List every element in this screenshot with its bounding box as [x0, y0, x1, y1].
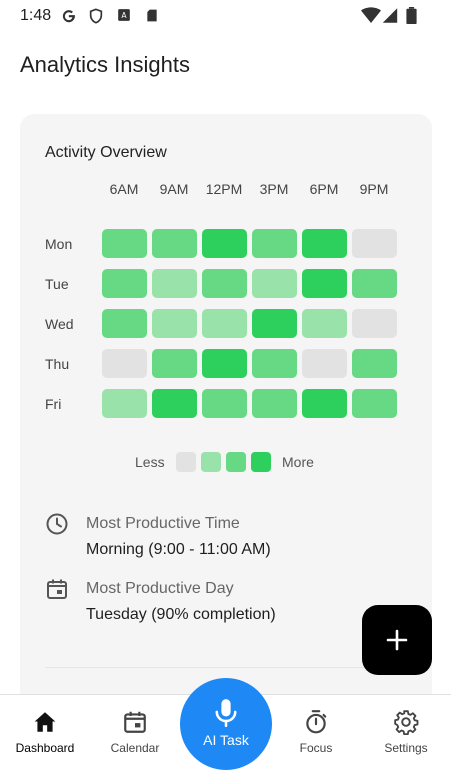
- heatmap-cell[interactable]: [352, 269, 397, 298]
- nav-focus-label: Focus: [299, 741, 333, 755]
- gear-icon: [394, 710, 419, 735]
- ai-task-label: AI Task: [203, 732, 249, 748]
- heatmap-cell[interactable]: [152, 229, 197, 258]
- heatmap-cell[interactable]: [302, 229, 347, 258]
- nav-focus[interactable]: Focus: [271, 703, 361, 763]
- nav-dashboard[interactable]: Dashboard: [0, 703, 90, 763]
- heatmap-cell[interactable]: [302, 349, 347, 378]
- time-label: 3PM: [259, 181, 289, 197]
- heatmap-cell[interactable]: [352, 229, 397, 258]
- legend-less-label: Less: [135, 454, 165, 470]
- time-label: 9AM: [159, 181, 189, 197]
- heatmap-cell[interactable]: [152, 309, 197, 338]
- heatmap-cell[interactable]: [202, 349, 247, 378]
- heatmap-cell[interactable]: [102, 349, 147, 378]
- heatmap-cell[interactable]: [352, 349, 397, 378]
- time-label: 12PM: [205, 181, 243, 197]
- ai-task-button[interactable]: AI Task: [180, 678, 272, 770]
- heatmap-cell[interactable]: [252, 229, 297, 258]
- legend-swatch: [176, 452, 196, 472]
- day-label: Wed: [45, 316, 74, 332]
- day-label: Fri: [45, 396, 62, 412]
- heatmap-cell[interactable]: [152, 389, 197, 418]
- heatmap-cell[interactable]: [352, 389, 397, 418]
- time-label: 6AM: [109, 181, 139, 197]
- svg-text:A: A: [121, 11, 127, 20]
- timer-icon: [306, 710, 327, 734]
- heatmap-cell[interactable]: [252, 349, 297, 378]
- heatmap-cell[interactable]: [152, 269, 197, 298]
- calendar-icon: [47, 579, 67, 599]
- legend-swatch: [251, 452, 271, 472]
- heatmap-cell[interactable]: [202, 389, 247, 418]
- news-icon: A: [118, 9, 130, 21]
- heatmap-cell[interactable]: [252, 269, 297, 298]
- day-label: Tue: [45, 276, 69, 292]
- legend-more-label: More: [282, 454, 314, 470]
- day-label: Mon: [45, 236, 73, 252]
- microphone-icon: [215, 699, 237, 727]
- status-bar: 1:48 A: [0, 0, 451, 32]
- card-divider: [45, 667, 407, 668]
- heatmap-cell[interactable]: [202, 269, 247, 298]
- shield-icon: [89, 8, 103, 24]
- sd-card-icon: [147, 9, 157, 22]
- insight-time-value: Morning (9:00 - 11:00 AM): [86, 541, 271, 558]
- time-label: 9PM: [359, 181, 389, 197]
- heatmap-cell[interactable]: [352, 309, 397, 338]
- nav-settings-label: Settings: [384, 741, 428, 755]
- insight-day-value: Tuesday (90% completion): [86, 606, 276, 623]
- heatmap-cell[interactable]: [102, 229, 147, 258]
- heatmap-cell[interactable]: [202, 229, 247, 258]
- heatmap-cell[interactable]: [102, 389, 147, 418]
- insight-time-label: Most Productive Time: [86, 515, 240, 532]
- nav-dashboard-label: Dashboard: [15, 741, 75, 755]
- status-time: 1:48: [20, 7, 52, 24]
- activity-title: Activity Overview: [45, 144, 167, 161]
- add-task-fab[interactable]: [362, 605, 432, 675]
- heatmap-cell[interactable]: [102, 269, 147, 298]
- wifi-icon: [361, 7, 381, 23]
- legend-swatch: [226, 452, 246, 472]
- heatmap-cell[interactable]: [252, 309, 297, 338]
- legend-swatch: [201, 452, 221, 472]
- heatmap-cell[interactable]: [302, 269, 347, 298]
- home-icon: [34, 712, 56, 732]
- nav-calendar[interactable]: Calendar: [90, 703, 180, 763]
- heatmap-cell[interactable]: [152, 349, 197, 378]
- insight-day-label: Most Productive Day: [86, 580, 234, 597]
- battery-icon: [406, 7, 417, 24]
- signal-icon: [382, 8, 398, 23]
- page-title: Analytics Insights: [20, 52, 190, 77]
- plus-icon: [386, 629, 408, 651]
- time-label: 6PM: [309, 181, 339, 197]
- google-icon: [62, 10, 75, 23]
- heatmap-cell[interactable]: [102, 309, 147, 338]
- clock-icon: [46, 513, 68, 535]
- day-label: Thu: [45, 356, 70, 372]
- calendar-icon: [124, 711, 146, 733]
- heatmap-cell[interactable]: [252, 389, 297, 418]
- nav-calendar-label: Calendar: [110, 741, 160, 755]
- nav-settings[interactable]: Settings: [361, 703, 451, 763]
- heatmap-cell[interactable]: [302, 309, 347, 338]
- heatmap-cell[interactable]: [202, 309, 247, 338]
- heatmap-cell[interactable]: [302, 389, 347, 418]
